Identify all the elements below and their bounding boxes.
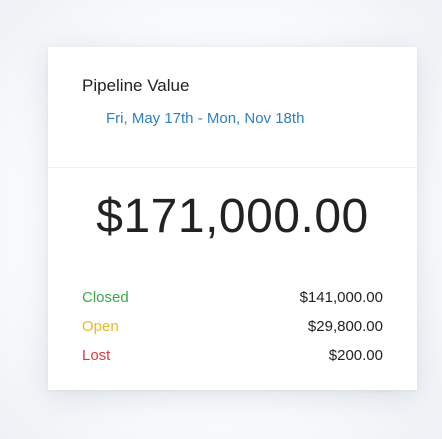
breakdown-amount-closed: $141,000.00 xyxy=(299,289,383,306)
date-range-link[interactable]: Fri, May 17th - Mon, Nov 18th xyxy=(106,109,417,129)
breakdown-row-open: Open $29,800.00 xyxy=(82,312,383,341)
pipeline-value-card: Pipeline Value Fri, May 17th - Mon, Nov … xyxy=(48,47,417,390)
breakdown-label-closed: Closed xyxy=(82,289,129,306)
card-title: Pipeline Value xyxy=(82,76,190,95)
card-header: Pipeline Value Fri, May 17th - Mon, Nov … xyxy=(48,47,417,168)
pipeline-total-value: $171,000.00 xyxy=(96,190,369,243)
breakdown-label-lost: Lost xyxy=(82,347,111,364)
breakdown-row-closed: Closed $141,000.00 xyxy=(82,283,383,312)
pipeline-breakdown: Closed $141,000.00 Open $29,800.00 Lost … xyxy=(82,283,383,370)
breakdown-row-lost: Lost $200.00 xyxy=(82,341,383,370)
breakdown-amount-lost: $200.00 xyxy=(328,347,383,364)
breakdown-amount-open: $29,800.00 xyxy=(307,318,383,335)
breakdown-label-open: Open xyxy=(82,318,119,335)
